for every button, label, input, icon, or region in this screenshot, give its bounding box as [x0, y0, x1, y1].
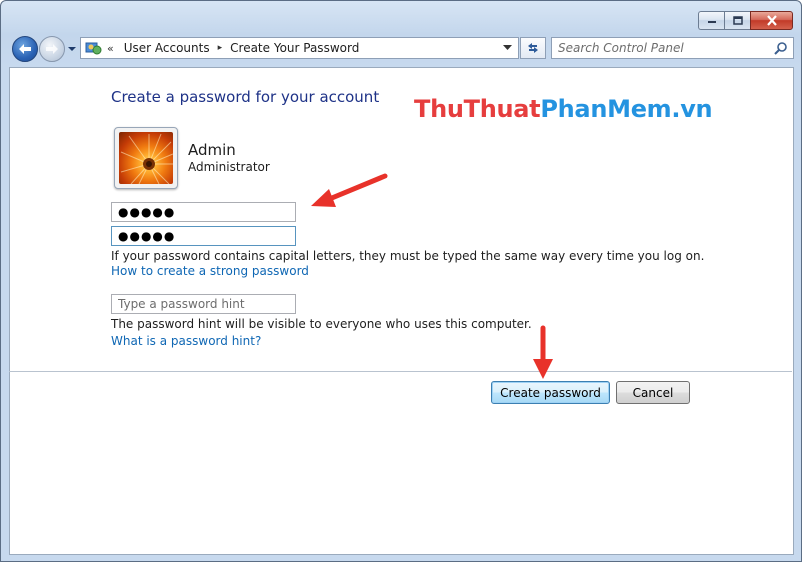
window-frame: « User Accounts ▸ Create Your Password [0, 0, 802, 562]
recent-pages-dropdown-icon[interactable] [67, 45, 77, 53]
confirm-password-field[interactable]: ●●●●● [111, 226, 296, 246]
caption-buttons [698, 11, 793, 30]
breadcrumb-user-accounts[interactable]: User Accounts [124, 41, 210, 55]
capital-letters-note: If your password contains capital letter… [111, 249, 705, 263]
divider [9, 371, 792, 372]
refresh-button[interactable] [520, 37, 546, 59]
password-hint-box[interactable] [111, 294, 296, 314]
back-arrow-icon [19, 44, 31, 54]
search-input[interactable] [558, 40, 768, 56]
user-role: Administrator [188, 160, 270, 174]
strong-password-link[interactable]: How to create a strong password [111, 264, 309, 278]
annotation-arrow-down-icon [533, 325, 553, 379]
password-hint-input[interactable] [112, 295, 295, 313]
new-password-field[interactable]: ●●●●● [111, 202, 296, 222]
password-hint-link[interactable]: What is a password hint? [111, 334, 261, 348]
avatar-flower-picture [119, 132, 173, 184]
back-button[interactable] [12, 36, 38, 62]
forward-arrow-icon [46, 44, 58, 54]
forward-button[interactable] [39, 36, 65, 62]
page-title: Create a password for your account [111, 88, 380, 106]
avatar [114, 127, 178, 189]
control-panel-icon [85, 42, 102, 55]
hint-visibility-note: The password hint will be visible to eve… [111, 317, 532, 331]
address-overflow-chevron[interactable]: « [107, 42, 114, 55]
annotation-arrow-icon [311, 173, 388, 207]
address-bar[interactable]: « User Accounts ▸ Create Your Password [80, 37, 519, 59]
maximize-icon [732, 16, 743, 25]
watermark-part1: ThuThuat [414, 95, 541, 123]
cancel-button[interactable]: Cancel [616, 381, 690, 404]
close-icon [766, 15, 777, 26]
close-button[interactable] [750, 11, 793, 30]
watermark-part3: .vn [671, 95, 713, 123]
site-watermark: ThuThuatPhanMem.vn [414, 95, 713, 123]
user-name: Admin [188, 141, 236, 159]
address-dropdown-icon[interactable] [503, 45, 512, 51]
minimize-button[interactable] [698, 11, 724, 30]
maximize-button[interactable] [724, 11, 750, 30]
watermark-part2: PhanMem [540, 95, 672, 123]
create-password-button[interactable]: Create password [491, 381, 610, 404]
breadcrumb-create-your-password[interactable]: Create Your Password [230, 41, 359, 55]
breadcrumb-separator-icon[interactable]: ▸ [218, 43, 223, 53]
flower-icon [120, 133, 173, 184]
refresh-icon [528, 43, 538, 53]
minimize-icon [707, 20, 716, 23]
search-icon[interactable] [774, 41, 788, 55]
search-box[interactable] [551, 37, 794, 59]
